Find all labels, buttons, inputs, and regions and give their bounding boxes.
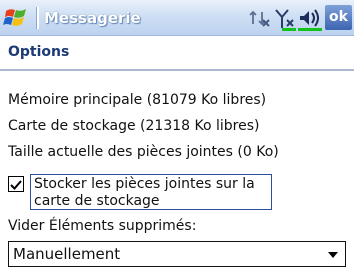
empty-deleted-value: Manuellement [13,245,121,263]
ok-button[interactable]: ok [325,5,352,30]
main-memory-info: Mémoire principale (81079 Ko libres) [8,92,267,108]
section-divider [0,69,354,71]
page-title: Options [8,44,70,60]
title-separator [36,7,39,29]
empty-deleted-label: Vider Éléments supprimés: [8,218,197,234]
connectivity-icon[interactable] [248,7,270,29]
windows-start-icon[interactable] [3,4,31,30]
store-attachments-checkbox[interactable] [8,176,24,192]
signal-icon[interactable] [274,7,296,31]
volume-icon[interactable] [298,7,322,31]
app-title: Messagerie [44,9,141,27]
checkmark-icon [10,180,22,190]
attachments-size-info: Taille actuelle des pièces jointes (0 Ko… [8,144,279,160]
store-attachments-option[interactable]: Stocker les pièces jointes sur la carte … [8,174,272,212]
empty-deleted-select[interactable]: Manuellement [8,241,346,267]
chevron-down-icon[interactable] [328,252,338,258]
title-bar: Messagerie ok [0,0,354,36]
store-attachments-label: Stocker les pièces jointes sur la carte … [34,176,255,209]
storage-card-info: Carte de stockage (21318 Ko libres) [8,118,260,134]
store-attachments-focus[interactable]: Stocker les pièces jointes sur la carte … [30,174,272,210]
